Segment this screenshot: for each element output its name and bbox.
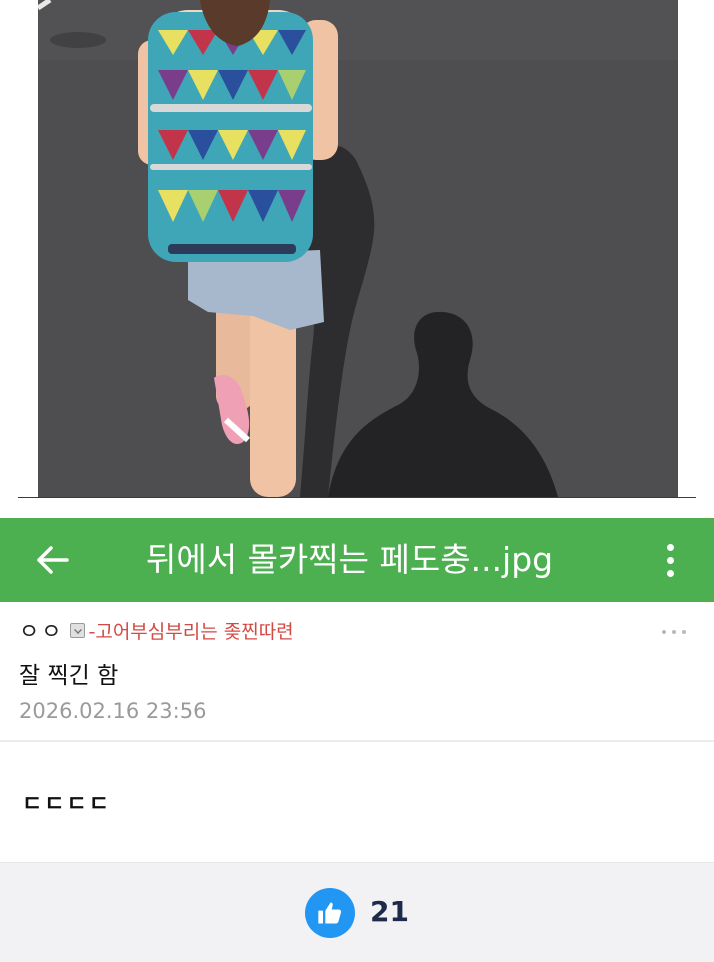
badge-icon <box>70 622 86 638</box>
post-body-text: ㄷㄷㄷㄷ <box>22 792 111 817</box>
like-count: 21 <box>370 895 409 928</box>
comment-text: 잘 찍긴 함 <box>19 663 119 689</box>
post-image[interactable] <box>38 0 678 497</box>
horizontal-dots-icon <box>662 630 666 634</box>
image-divider <box>18 497 696 498</box>
comment-author-name[interactable]: ㅇㅇ <box>19 614 63 646</box>
page-title: 뒤에서 몰카찍는 페도충...jpg <box>146 540 554 579</box>
comment-item: ㅇㅇ -고어부심부리는 좆찐따련 잘 찍긴 함 2026.02.16 23:56 <box>0 602 714 742</box>
thumbs-up-icon <box>318 902 342 924</box>
back-button[interactable] <box>28 538 76 582</box>
vertical-dots-icon <box>666 543 674 551</box>
like-bar: 21 <box>0 862 714 962</box>
photo-illustration <box>38 0 678 497</box>
more-options-button[interactable] <box>650 538 690 582</box>
like-button[interactable] <box>305 888 355 938</box>
comment-author-row: ㅇㅇ -고어부심부리는 좆찐따련 <box>19 614 294 646</box>
post-body: ㄷㄷㄷㄷ <box>0 744 714 862</box>
app-bar: 뒤에서 몰카찍는 페도충...jpg <box>0 518 714 602</box>
post-image-container <box>0 0 714 518</box>
comment-author-tag[interactable]: -고어부심부리는 좆찐따련 <box>88 617 293 644</box>
comment-date: 2026.02.16 23:56 <box>19 699 207 723</box>
arrow-left-icon <box>37 546 69 574</box>
comment-more-button[interactable] <box>662 630 686 634</box>
